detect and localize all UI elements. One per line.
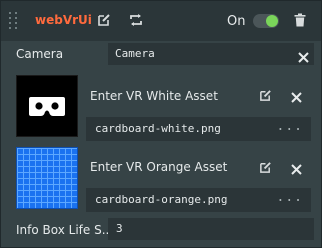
orange-asset-file-field[interactable]: cardboard-orange.png ... <box>86 188 311 212</box>
enabled-label: On <box>227 14 246 29</box>
white-asset-filename: cardboard-white.png <box>95 122 221 135</box>
info-box-input[interactable]: 3 <box>108 218 314 240</box>
remove-white-asset-icon[interactable] <box>291 92 302 103</box>
vr-headset-white-icon[interactable] <box>16 75 78 137</box>
clear-camera-icon[interactable] <box>298 48 309 67</box>
camera-input[interactable]: Camera <box>108 43 314 65</box>
edit-icon[interactable] <box>97 13 111 27</box>
remove-orange-asset-icon[interactable] <box>291 164 302 175</box>
enabled-toggle[interactable] <box>253 14 279 28</box>
info-box-value: 3 <box>116 222 123 235</box>
orange-asset-filename: cardboard-orange.png <box>95 193 228 206</box>
drag-handle-icon[interactable] <box>9 12 19 30</box>
panel-header: webVrUi On <box>1 1 321 41</box>
asset-label-white: Enter VR White Asset <box>90 89 218 103</box>
asset-label-orange: Enter VR Orange Asset <box>90 160 228 174</box>
toggle-knob <box>266 15 278 27</box>
edit-white-asset-icon[interactable] <box>259 89 272 102</box>
webvrui-panel: webVrUi On Camera Camera Enter VR White … <box>0 0 322 248</box>
blue-grid-texture-icon[interactable] <box>16 147 78 209</box>
panel-title: webVrUi <box>35 13 92 27</box>
camera-label: Camera <box>16 47 64 61</box>
orange-asset-more-button[interactable]: ... <box>277 190 303 205</box>
info-box-label: Info Box Life S... <box>16 223 114 237</box>
camera-value: Camera <box>115 47 155 60</box>
white-asset-file-field[interactable]: cardboard-white.png ... <box>86 117 311 141</box>
trash-icon[interactable] <box>294 13 306 27</box>
white-asset-more-button[interactable]: ... <box>277 119 303 134</box>
edit-orange-asset-icon[interactable] <box>259 161 272 174</box>
swap-icon[interactable] <box>129 13 143 27</box>
